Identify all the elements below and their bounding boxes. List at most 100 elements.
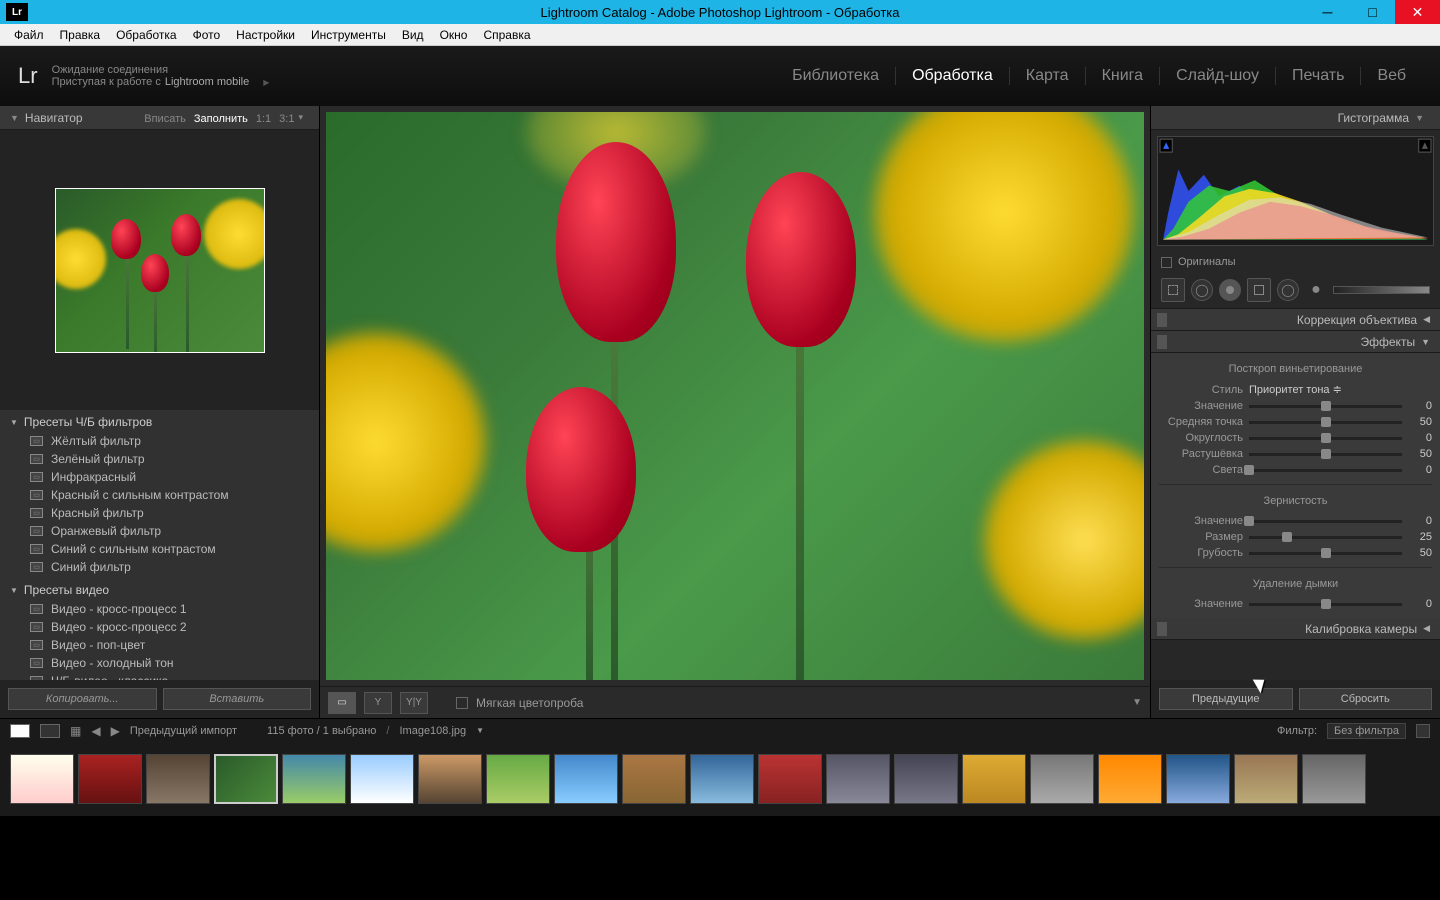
- module-tab[interactable]: Обработка: [896, 67, 1010, 85]
- slider-track[interactable]: [1249, 469, 1402, 472]
- slider-value[interactable]: 0: [1408, 598, 1432, 610]
- filmstrip-thumbnail[interactable]: [1234, 754, 1298, 804]
- preset-item[interactable]: ▭Красный с сильным контрастом: [0, 486, 319, 504]
- primary-screen-button[interactable]: [10, 724, 30, 738]
- slider-value[interactable]: 50: [1408, 416, 1432, 428]
- breadcrumb-filename[interactable]: Image108.jpg: [399, 725, 466, 737]
- menu-item-окно[interactable]: Окно: [432, 28, 476, 42]
- preset-item[interactable]: ▭Видео - холодный тон: [0, 654, 319, 672]
- filmstrip-thumbnail[interactable]: [690, 754, 754, 804]
- slider-track[interactable]: [1249, 405, 1402, 408]
- navigator-preview[interactable]: [0, 130, 319, 410]
- preset-item[interactable]: ▭Видео - поп-цвет: [0, 636, 319, 654]
- preset-group-video[interactable]: ▼ Пресеты видео: [0, 580, 319, 600]
- loupe-view-button[interactable]: ▭: [328, 692, 356, 714]
- slider-knob[interactable]: [1321, 401, 1331, 411]
- filmstrip-thumbnail[interactable]: [78, 754, 142, 804]
- before-after-yy-button[interactable]: Y|Y: [400, 692, 428, 714]
- filmstrip-thumbnail[interactable]: [826, 754, 890, 804]
- slider-track[interactable]: [1249, 603, 1402, 606]
- preset-item[interactable]: ▭Красный фильтр: [0, 504, 319, 522]
- preset-item[interactable]: ▭Видео - кросс-процесс 1: [0, 600, 319, 618]
- secondary-screen-button[interactable]: [40, 724, 60, 738]
- panel-switch-icon[interactable]: [1157, 622, 1167, 636]
- slider-track[interactable]: [1249, 421, 1402, 424]
- slider-knob[interactable]: [1321, 449, 1331, 459]
- module-tab[interactable]: Карта: [1010, 67, 1086, 85]
- preset-item[interactable]: ▭Синий фильтр: [0, 558, 319, 576]
- module-tab[interactable]: Веб: [1361, 67, 1422, 85]
- panel-switch-icon[interactable]: [1157, 313, 1167, 327]
- menu-item-справка[interactable]: Справка: [475, 28, 538, 42]
- module-tab[interactable]: Библиотека: [776, 67, 896, 85]
- filmstrip-thumbnail[interactable]: [1030, 754, 1094, 804]
- preset-group-bw-filters[interactable]: ▼ Пресеты Ч/Б фильтров: [0, 412, 319, 432]
- filmstrip-thumbnail[interactable]: [758, 754, 822, 804]
- menu-item-обработка[interactable]: Обработка: [108, 28, 185, 42]
- slider-knob[interactable]: [1321, 417, 1331, 427]
- preset-item[interactable]: ▭Синий с сильным контрастом: [0, 540, 319, 558]
- nav-forward-icon[interactable]: ▶: [111, 724, 120, 738]
- toolbar-expand-icon[interactable]: ▼: [1132, 697, 1142, 708]
- lightroom-mobile-link[interactable]: Lightroom mobile: [165, 76, 249, 88]
- menu-item-инструменты[interactable]: Инструменты: [303, 28, 394, 42]
- maximize-button[interactable]: □: [1350, 0, 1395, 24]
- panel-switch-icon[interactable]: [1157, 335, 1167, 349]
- preset-item[interactable]: ▭Инфракрасный: [0, 468, 319, 486]
- slider-value[interactable]: 50: [1408, 448, 1432, 460]
- slider-track[interactable]: [1249, 437, 1402, 440]
- filmstrip-thumbnail[interactable]: [418, 754, 482, 804]
- filmstrip-thumbnail[interactable]: [146, 754, 210, 804]
- before-after-y-button[interactable]: Y: [364, 692, 392, 714]
- navigator-zoom-option[interactable]: Заполнить: [194, 113, 248, 125]
- slider-knob[interactable]: [1282, 532, 1292, 542]
- filmstrip-thumbnail[interactable]: [350, 754, 414, 804]
- slider-track[interactable]: [1249, 536, 1402, 539]
- filmstrip[interactable]: [0, 742, 1440, 816]
- navigator-zoom-option[interactable]: Вписать: [144, 113, 186, 125]
- lens-correction-header[interactable]: Коррекция объектива ◀: [1151, 309, 1440, 331]
- previous-button[interactable]: Предыдущие: [1159, 688, 1293, 710]
- menu-item-файл[interactable]: Файл: [6, 28, 52, 42]
- menu-item-фото[interactable]: Фото: [185, 28, 229, 42]
- spot-tool-button[interactable]: ◯: [1191, 279, 1213, 301]
- slider-value[interactable]: 50: [1408, 547, 1432, 559]
- slider-knob[interactable]: [1321, 433, 1331, 443]
- gradient-tool-button[interactable]: [1247, 278, 1271, 302]
- slider-value[interactable]: 0: [1408, 515, 1432, 527]
- camera-calibration-header[interactable]: Калибровка камеры ◀: [1151, 618, 1440, 640]
- main-preview[interactable]: [326, 112, 1144, 680]
- module-tab[interactable]: Слайд-шоу: [1160, 67, 1276, 85]
- filmstrip-thumbnail[interactable]: [1166, 754, 1230, 804]
- preset-item[interactable]: ▭Оранжевый фильтр: [0, 522, 319, 540]
- slider-value[interactable]: 0: [1408, 464, 1432, 476]
- paste-settings-button[interactable]: Вставить: [163, 688, 312, 710]
- breadcrumb-source[interactable]: Предыдущий импорт: [130, 725, 237, 737]
- nav-back-icon[interactable]: ◀: [91, 724, 100, 738]
- slider-knob[interactable]: [1244, 465, 1254, 475]
- menu-item-настройки[interactable]: Настройки: [228, 28, 303, 42]
- menu-item-вид[interactable]: Вид: [394, 28, 432, 42]
- filter-dropdown[interactable]: Без фильтра: [1327, 723, 1406, 739]
- filter-lock-icon[interactable]: [1416, 724, 1430, 738]
- originals-checkbox[interactable]: [1161, 257, 1172, 268]
- style-dropdown[interactable]: Приоритет тона ≑: [1249, 383, 1342, 396]
- filmstrip-thumbnail[interactable]: [1098, 754, 1162, 804]
- filmstrip-thumbnail[interactable]: [1302, 754, 1366, 804]
- copy-settings-button[interactable]: Копировать...: [8, 688, 157, 710]
- filmstrip-thumbnail[interactable]: [962, 754, 1026, 804]
- preset-item[interactable]: ▭Видео - кросс-процесс 2: [0, 618, 319, 636]
- filmstrip-thumbnail[interactable]: [10, 754, 74, 804]
- filmstrip-thumbnail[interactable]: [214, 754, 278, 804]
- chevron-down-icon[interactable]: ▾: [298, 112, 303, 123]
- slider-track[interactable]: [1249, 453, 1402, 456]
- histogram-panel-header[interactable]: Гистограмма ▼: [1151, 106, 1440, 130]
- slider-value[interactable]: 25: [1408, 531, 1432, 543]
- chevron-right-icon[interactable]: ▶: [263, 78, 269, 87]
- preset-item[interactable]: ▭Ч/Б-вилео - классика: [0, 672, 319, 680]
- slider-value[interactable]: 0: [1408, 432, 1432, 444]
- filmstrip-thumbnail[interactable]: [486, 754, 550, 804]
- navigator-zoom-option[interactable]: 1:1: [256, 113, 271, 125]
- slider-knob[interactable]: [1321, 548, 1331, 558]
- minimize-button[interactable]: ─: [1305, 0, 1350, 24]
